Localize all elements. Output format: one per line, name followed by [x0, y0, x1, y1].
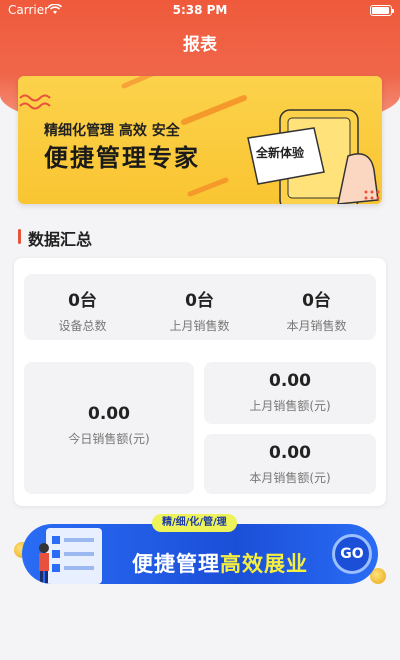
- hero-banner[interactable]: 精细化管理 高效 安全 便捷管理专家 全新体验: [18, 76, 382, 204]
- promo-tag: 精/细/化/管/理: [152, 514, 237, 532]
- tile-today-sales[interactable]: 0.00 今日销售额(元): [24, 362, 194, 494]
- banner-badge: 全新体验: [256, 146, 305, 160]
- banner-subtitle: 精细化管理 高效 安全: [44, 123, 180, 139]
- battery-icon: [370, 5, 394, 16]
- stat-value: 0台: [68, 291, 97, 311]
- go-button[interactable]: GO: [332, 534, 372, 574]
- stat-value: 0台: [302, 291, 331, 311]
- status-time: 5:38 PM: [172, 3, 228, 17]
- promo-text-white: 便捷管理: [132, 552, 220, 576]
- tile-value: 0.00: [269, 443, 311, 463]
- tile-last-month-sales[interactable]: 0.00 上月销售额(元): [204, 362, 376, 424]
- stat-label: 本月销售数: [286, 319, 347, 333]
- promo-text-highlight: 高效展业: [220, 552, 308, 576]
- tile-value: 0.00: [269, 371, 311, 391]
- section-title: 数据汇总: [18, 226, 92, 250]
- status-bar: Carrier 5:38 PM: [0, 0, 400, 22]
- tile-label: 本月销售额(元): [249, 471, 331, 485]
- page-title: 报表: [183, 35, 217, 55]
- tile-label: 上月销售额(元): [249, 399, 331, 413]
- summary-card: 0台 设备总数 0台 上月销售数 0台 本月销售数 0.00 今日销售额(元) …: [14, 258, 386, 506]
- promo-text: 便捷管理高效展业: [132, 548, 308, 578]
- banner-headline: 便捷管理专家: [44, 144, 200, 172]
- tile-value: 0.00: [88, 404, 130, 424]
- promo-banner[interactable]: 便捷管理高效展业 精/细/化/管/理 GO: [14, 514, 386, 596]
- stat-label: 上月销售数: [169, 319, 230, 333]
- stat-device-total[interactable]: 0台 设备总数: [24, 274, 141, 340]
- stat-last-month-sold[interactable]: 0台 上月销售数: [141, 274, 258, 340]
- section-title-text: 数据汇总: [28, 230, 93, 249]
- promo-background: 便捷管理高效展业: [22, 524, 378, 584]
- tile-this-month-sales[interactable]: 0.00 本月销售额(元): [204, 434, 376, 494]
- clipboard-illustration: [39, 528, 102, 584]
- tile-label: 今日销售额(元): [68, 432, 150, 446]
- stat-this-month-sold[interactable]: 0台 本月销售数: [258, 274, 375, 340]
- stat-label: 设备总数: [58, 319, 107, 333]
- stat-value: 0台: [185, 291, 214, 311]
- stats-row: 0台 设备总数 0台 上月销售数 0台 本月销售数: [24, 274, 376, 340]
